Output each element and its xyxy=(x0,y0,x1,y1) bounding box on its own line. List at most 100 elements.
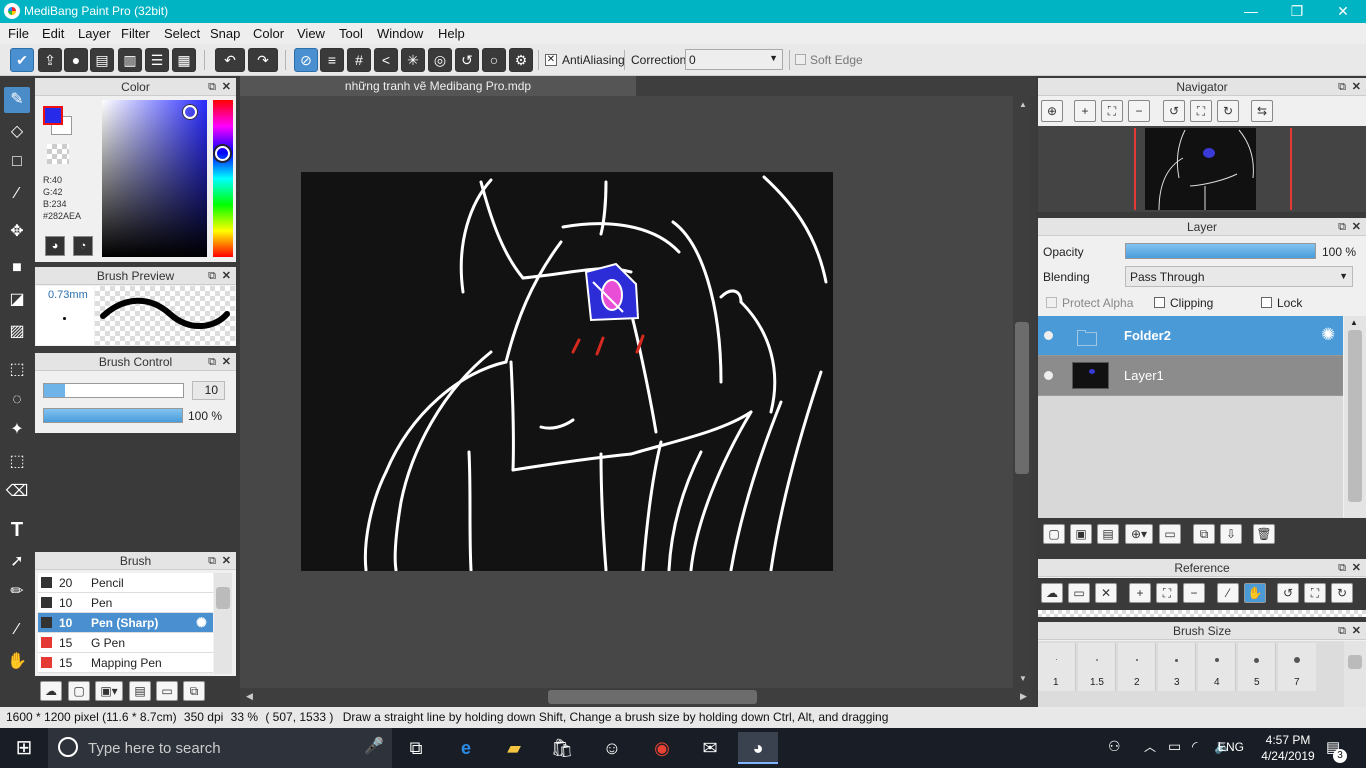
float-icon[interactable]: ⧉ xyxy=(208,267,216,285)
rotate-left-icon[interactable]: ↺ xyxy=(1163,100,1185,122)
brush-size-scrollbar[interactable] xyxy=(1344,641,1366,707)
brush-size-slider[interactable] xyxy=(43,383,184,398)
magic-wand-icon[interactable]: ✦ xyxy=(4,417,30,443)
select-eraser-icon[interactable]: ⌫ xyxy=(4,479,30,505)
medibang-taskbar-icon[interactable]: ◕ xyxy=(738,732,778,764)
network-icon[interactable]: ◜ xyxy=(1192,738,1197,755)
brush-tool-icon[interactable]: ✎ xyxy=(4,87,30,113)
dot-brush-icon[interactable]: ⁄ xyxy=(4,181,30,207)
battery-icon[interactable]: ▭ xyxy=(1168,738,1181,755)
brush-size-cell[interactable]: 1 xyxy=(1038,643,1076,691)
rotate-left-icon[interactable]: ↺ xyxy=(1277,583,1299,603)
task-view-icon[interactable]: ⧉ xyxy=(396,732,436,764)
zoom-out-icon[interactable]: − xyxy=(1128,100,1150,122)
open-folder-icon[interactable]: ▭ xyxy=(1068,583,1090,603)
transparent-color-swatch[interactable] xyxy=(47,144,69,164)
edge-browser-icon[interactable]: e xyxy=(446,732,486,764)
visibility-eye-icon[interactable] xyxy=(1044,331,1053,340)
hue-slider-handle[interactable] xyxy=(215,146,230,161)
menu-edit[interactable]: Edit xyxy=(42,26,64,41)
brush-size-cell[interactable]: 4 xyxy=(1198,643,1236,691)
merge-layer-icon[interactable]: ⇩ xyxy=(1220,524,1242,544)
saturation-value-picker[interactable] xyxy=(102,100,207,257)
eyedropper-icon[interactable]: ⁄ xyxy=(4,617,30,643)
page-icon[interactable]: ▥ xyxy=(118,48,142,72)
fit-icon[interactable]: ⛶ xyxy=(1156,583,1178,603)
brush-item-pen[interactable]: 10 Pen xyxy=(38,593,213,613)
rotate-right-icon[interactable]: ↻ xyxy=(1217,100,1239,122)
menu-help[interactable]: Help xyxy=(438,26,465,41)
reset-view-icon[interactable]: ⛶ xyxy=(1304,583,1326,603)
drawing-canvas[interactable] xyxy=(301,172,833,572)
palette-settings-icon[interactable]: ◔ xyxy=(73,236,93,256)
brush-properties-icon[interactable]: ▤ xyxy=(129,681,151,701)
visibility-eye-icon[interactable] xyxy=(1044,371,1053,380)
snap-off-icon[interactable]: ⊘ xyxy=(294,48,318,72)
gradient-tool-icon[interactable]: ▨ xyxy=(4,319,30,345)
windows-start-icon[interactable]: ⊞ xyxy=(4,732,44,764)
float-icon[interactable]: ⧉ xyxy=(1338,218,1346,236)
redo-icon[interactable]: ↷ xyxy=(248,48,278,72)
brush-item-mapping-pen[interactable]: 15 Mapping Pen xyxy=(38,653,213,673)
float-icon[interactable]: ⧉ xyxy=(208,353,216,371)
scroll-thumb[interactable] xyxy=(216,587,230,609)
float-icon[interactable]: ⧉ xyxy=(208,78,216,96)
float-icon[interactable]: ⧉ xyxy=(1338,78,1346,96)
flip-icon[interactable]: ⇆ xyxy=(1251,100,1273,122)
rotate-right-icon[interactable]: ↻ xyxy=(1331,583,1353,603)
scroll-right-icon[interactable]: ▶ xyxy=(1020,691,1027,702)
scroll-thumb[interactable] xyxy=(1348,655,1362,669)
select-rect-icon[interactable]: ⬚ xyxy=(4,357,30,383)
add-brush-icon[interactable]: ▣▾ xyxy=(95,681,123,701)
speech-icon[interactable]: ▤ xyxy=(90,48,114,72)
brush-opacity-slider[interactable] xyxy=(43,408,183,423)
taskbar-search-box[interactable]: Type here to search 🎤 xyxy=(48,728,392,768)
scroll-up-icon[interactable]: ▲ xyxy=(1350,318,1358,327)
menu-color[interactable]: Color xyxy=(253,26,284,41)
clipping-checkbox[interactable] xyxy=(1154,297,1165,308)
scroll-left-icon[interactable]: ◀ xyxy=(246,691,253,702)
snap-settings-icon[interactable]: ⚙ xyxy=(509,48,533,72)
menu-layer[interactable]: Layer xyxy=(78,26,111,41)
minimize-button[interactable]: — xyxy=(1228,0,1274,23)
layer-settings-icon[interactable]: ✺ xyxy=(1321,325,1335,345)
float-icon[interactable]: ⧉ xyxy=(208,552,216,570)
close-icon[interactable]: ✕ xyxy=(1352,622,1361,640)
zoom-in-icon[interactable]: + xyxy=(1129,583,1151,603)
menu-file[interactable]: File xyxy=(8,26,29,41)
float-icon[interactable]: ⧉ xyxy=(1338,622,1346,640)
hand-icon[interactable]: ✋ xyxy=(1244,583,1266,603)
scroll-thumb[interactable] xyxy=(1348,330,1362,502)
foreground-color-swatch[interactable] xyxy=(43,106,63,125)
people-icon[interactable]: ⚇ xyxy=(1108,738,1121,755)
radial-snap-icon[interactable]: ✳ xyxy=(401,48,425,72)
folder-icon[interactable]: ▭ xyxy=(156,681,178,701)
close-icon[interactable]: ✕ xyxy=(1352,559,1361,577)
bucket-tool-icon[interactable]: ◪ xyxy=(4,287,30,313)
delete-layer-icon[interactable]: 🗑 xyxy=(1253,524,1275,544)
zoom-in-icon[interactable]: + xyxy=(1074,100,1096,122)
hand-tool-icon[interactable]: ✋ xyxy=(4,649,30,675)
close-button[interactable]: ✕ xyxy=(1320,0,1366,23)
comment-icon[interactable]: ● xyxy=(64,48,88,72)
duplicate-layer-icon[interactable]: ⧉ xyxy=(1193,524,1215,544)
undo-icon[interactable]: ↶ xyxy=(215,48,245,72)
ellipse-snap-icon[interactable]: ○ xyxy=(482,48,506,72)
new-halftone-layer-icon[interactable]: ▣ xyxy=(1070,524,1092,544)
scroll-thumb[interactable] xyxy=(1015,322,1029,474)
protect-alpha-checkbox[interactable] xyxy=(1046,297,1057,308)
new-folder-icon[interactable]: ▭ xyxy=(1159,524,1181,544)
upload-icon[interactable]: ⇪ xyxy=(38,48,62,72)
microphone-icon[interactable]: 🎤 xyxy=(364,736,384,756)
antialiasing-checkbox[interactable]: ✕ xyxy=(545,54,557,66)
chrome-browser-icon[interactable]: ◉ xyxy=(642,732,682,764)
store-icon[interactable]: 🛍 xyxy=(542,732,582,764)
sv-picker-handle[interactable] xyxy=(183,105,197,119)
close-reference-icon[interactable]: ✕ xyxy=(1095,583,1117,603)
operation-tool-icon[interactable]: ➚ xyxy=(4,549,30,575)
close-icon[interactable]: ✕ xyxy=(1352,78,1361,96)
scroll-down-icon[interactable]: ▼ xyxy=(1019,674,1027,683)
language-indicator[interactable]: ENG xyxy=(1218,740,1244,754)
divide-tool-icon[interactable]: ✏ xyxy=(4,579,30,605)
brush-size-cell[interactable]: 3 xyxy=(1158,643,1196,691)
